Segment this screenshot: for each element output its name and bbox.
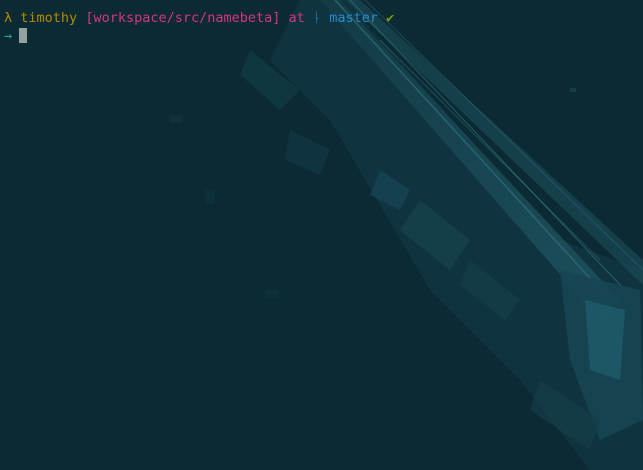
git-branch-name: master [329, 10, 378, 26]
prompt-line: λ timothy [workspace/src/namebeta] at ᚿ … [4, 10, 643, 28]
git-clean-check-icon: ✔ [386, 10, 395, 26]
text-cursor [19, 28, 28, 43]
terminal-window[interactable]: λ timothy [workspace/src/namebeta] at ᚿ … [0, 0, 643, 470]
prompt-at-label: at [288, 10, 305, 26]
background-wallpaper [170, 0, 643, 470]
lambda-symbol: λ [4, 10, 13, 26]
input-line[interactable]: → [4, 28, 643, 46]
prompt-username: timothy [20, 10, 78, 26]
terminal-screen[interactable]: λ timothy [workspace/src/namebeta] at ᚿ … [4, 10, 643, 46]
prompt-arrow-icon: → [4, 28, 13, 44]
prompt-working-directory: [workspace/src/namebeta] [85, 10, 281, 26]
git-branch-icon: ᚿ [312, 10, 322, 26]
